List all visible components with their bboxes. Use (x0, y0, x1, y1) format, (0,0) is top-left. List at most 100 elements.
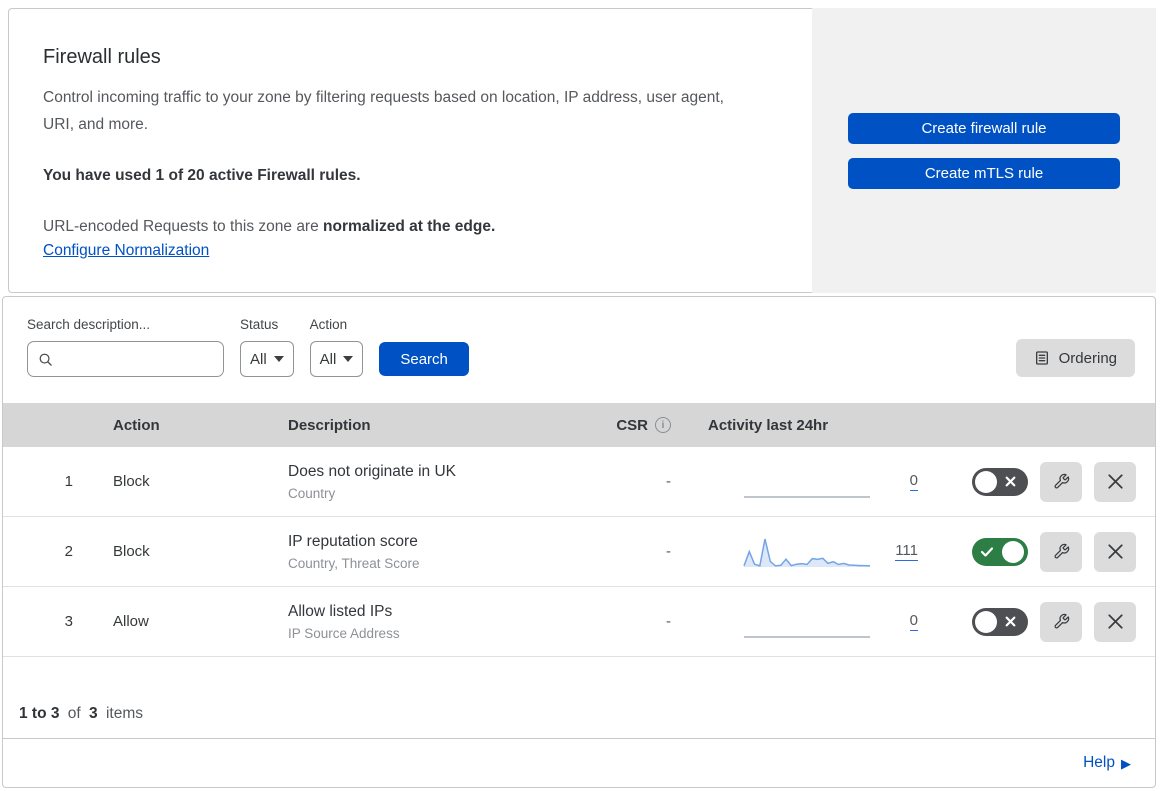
activity-count-link[interactable]: 0 (909, 612, 918, 631)
delete-rule-button[interactable] (1094, 601, 1136, 642)
rule-controls-cell (938, 461, 1155, 502)
table-header-row: Action Description CSR i Activity last 2… (3, 403, 1155, 447)
action-select[interactable]: All (309, 341, 364, 377)
edit-rule-button[interactable] (1040, 601, 1082, 642)
rule-description-cell: Allow listed IPs IP Source Address (273, 603, 583, 641)
rule-controls-cell (938, 601, 1155, 642)
actions-panel: Create firewall rule Create mTLS rule (812, 8, 1156, 293)
rule-description: Allow listed IPs (288, 602, 393, 620)
normalization-prefix: URL-encoded Requests to this zone are (43, 218, 324, 235)
close-icon (1107, 544, 1123, 559)
rule-csr-value: - (666, 543, 671, 560)
status-group: Status All (240, 317, 294, 377)
csr-header-label: CSR (616, 416, 648, 434)
intro-description: Control incoming traffic to your zone by… (43, 89, 724, 133)
column-header-description: Description (288, 416, 371, 434)
rule-priority: 1 (64, 473, 73, 490)
rule-enabled-toggle[interactable] (972, 537, 1028, 566)
rule-csr-value: - (666, 613, 671, 630)
wrench-icon (1054, 543, 1069, 559)
items-range-text: 1 to 3 of 3 items (3, 657, 1155, 738)
search-group: Search description... (27, 317, 224, 377)
column-header-activity: Activity last 24hr (708, 416, 829, 434)
rule-controls-cell (938, 531, 1155, 572)
rule-description: Does not originate in UK (288, 462, 457, 480)
filter-bar: Search description... Status All Action … (3, 297, 1155, 403)
toggle-knob (975, 470, 997, 493)
rule-activity-cell: 0 (693, 465, 938, 499)
activity-sparkline (744, 635, 870, 638)
rule-activity-cell: 111 (693, 535, 938, 569)
help-label: Help (1083, 754, 1115, 771)
column-header-action: Action (113, 416, 160, 434)
wrench-icon (1054, 473, 1069, 489)
rule-action: Block (113, 473, 150, 490)
rules-list-card: Search description... Status All Action … (2, 296, 1156, 788)
rule-csr-value: - (666, 473, 671, 490)
status-label: Status (240, 317, 279, 332)
configure-normalization-link[interactable]: Configure Normalization (43, 242, 209, 260)
usage-text: You have used 1 of 20 active Firewall ru… (43, 167, 361, 184)
intro-card: Firewall rules Control incoming traffic … (8, 8, 812, 293)
x-icon (1005, 476, 1016, 487)
page-title: Firewall rules (43, 46, 161, 68)
search-icon (39, 353, 52, 366)
page-header-section: Firewall rules Control incoming traffic … (8, 8, 1156, 293)
items-total-value: 3 (89, 705, 98, 722)
search-input[interactable] (59, 350, 213, 368)
items-label: items (105, 705, 144, 722)
rule-description: IP reputation score (288, 532, 418, 550)
chevron-down-icon (343, 356, 354, 362)
normalization-text: URL-encoded Requests to this zone are no… (43, 214, 756, 240)
action-group: Action All (309, 317, 364, 377)
search-description-label: Search description... (27, 317, 151, 332)
ordering-button[interactable]: Ordering (1015, 339, 1135, 377)
firewall-rules-page: Firewall rules Control incoming traffic … (0, 0, 1161, 791)
help-link[interactable]: Help ▶ (1083, 754, 1131, 772)
table-row: 1 Block Does not originate in UK Country… (3, 447, 1155, 517)
edit-rule-button[interactable] (1040, 461, 1082, 502)
action-label: Action (309, 317, 348, 332)
activity-sparkline (744, 495, 870, 498)
rule-fields: Country, Threat Score (288, 555, 420, 571)
search-button[interactable]: Search (379, 342, 469, 376)
toggle-knob (975, 610, 997, 633)
rule-description-cell: IP reputation score Country, Threat Scor… (273, 533, 583, 571)
create-mtls-rule-button[interactable]: Create mTLS rule (848, 157, 1120, 189)
ordering-button-label: Ordering (1058, 349, 1117, 367)
x-icon (1005, 616, 1016, 627)
rule-enabled-toggle[interactable] (972, 607, 1028, 636)
normalization-bold: normalized at the edge. (323, 218, 496, 235)
search-box (27, 341, 224, 377)
delete-rule-button[interactable] (1094, 461, 1136, 502)
status-select-value: All (250, 350, 267, 368)
edit-rule-button[interactable] (1040, 531, 1082, 572)
rule-action: Allow (113, 613, 149, 630)
check-icon (981, 546, 993, 557)
close-icon (1107, 474, 1123, 489)
help-arrow-icon: ▶ (1121, 755, 1131, 771)
delete-rule-button[interactable] (1094, 531, 1136, 572)
table-row: 3 Allow Allow listed IPs IP Source Addre… (3, 587, 1155, 657)
action-select-value: All (319, 350, 337, 368)
wrench-icon (1054, 613, 1069, 629)
chevron-down-icon (273, 356, 284, 362)
ordering-icon (1035, 351, 1048, 365)
activity-count-link[interactable]: 0 (909, 472, 918, 491)
info-icon[interactable]: i (655, 417, 671, 433)
column-header-csr: CSR i (583, 417, 693, 434)
status-select[interactable]: All (240, 341, 294, 377)
rule-description-cell: Does not originate in UK Country (273, 463, 583, 501)
rule-action: Block (113, 543, 150, 560)
create-firewall-rule-button[interactable]: Create firewall rule (848, 112, 1120, 144)
items-of-text: of (67, 705, 81, 722)
rule-activity-cell: 0 (693, 605, 938, 639)
rule-fields: IP Source Address (288, 625, 400, 641)
help-row: Help ▶ (3, 738, 1155, 787)
rule-enabled-toggle[interactable] (972, 467, 1028, 496)
close-icon (1107, 614, 1123, 629)
items-range-value: 1 to 3 (19, 705, 60, 722)
activity-sparkline (743, 538, 871, 567)
activity-count-link[interactable]: 111 (895, 542, 918, 561)
rule-fields: Country (288, 485, 336, 501)
